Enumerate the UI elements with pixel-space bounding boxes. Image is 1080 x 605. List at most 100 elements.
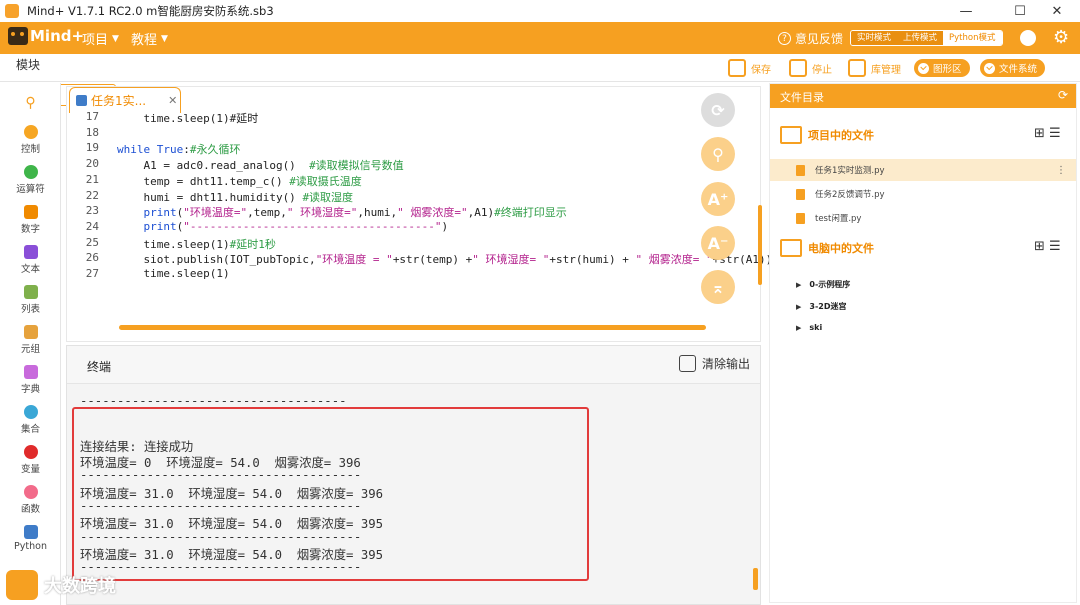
zoom-out-icon[interactable]: A⁻ (701, 226, 735, 260)
computer-files-actions[interactable]: ⊞ ☰ (1034, 239, 1061, 254)
function-icon (23, 485, 38, 499)
zoom-in-icon[interactable]: A⁺ (701, 182, 735, 216)
project-files-label: 项目中的文件 (808, 129, 874, 142)
code-editor[interactable]: 任务1实... ✕ 17 time.sleep(1)#延时 18 19 while T… (66, 86, 801, 342)
more-options-icon[interactable]: ⋮ (1056, 165, 1066, 176)
file-panel: 文件目录 ⟳ 项目中的文件 ⊞ ☰ 任务1实时监测.py ⋮ 任务2反馈调节.py t… (769, 83, 1077, 603)
category-label: 运算符 (16, 184, 45, 195)
category-label: 集合 (20, 424, 40, 435)
control-icon (23, 125, 38, 139)
number-icon (23, 205, 38, 219)
category-label: Python (14, 541, 47, 552)
category-label: 控制 (20, 144, 40, 155)
computer-folder-item[interactable]: ▶ 3-2D迷宫 (796, 301, 846, 312)
line-number: 21 (85, 172, 99, 186)
gear-icon[interactable]: ⚙ (1053, 28, 1069, 48)
filesystem-toggle[interactable]: 文件系统 (980, 59, 1046, 77)
check-icon (918, 62, 929, 74)
search-icon[interactable]: ⚲ (0, 95, 61, 111)
library-button[interactable]: 库管理 (848, 57, 901, 79)
mode-realtime[interactable]: 实时模式 (851, 31, 898, 45)
category-label: 文本 (20, 264, 40, 275)
feedback-button[interactable]: ? 意见反馈 (778, 30, 843, 47)
code-line[interactable]: print("环境温度=",temp," 环境湿度=",humi," 烟雾浓度=… (117, 204, 567, 220)
clear-output-label: 清除输出 (702, 357, 751, 371)
file-name: 任务2反馈调节.py (815, 190, 885, 200)
category-10[interactable]: Python (0, 525, 61, 552)
code-line[interactable]: time.sleep(1)#延时1秒 (117, 236, 275, 252)
category-0[interactable]: 控制 (0, 125, 61, 155)
code-line[interactable]: print("---------------------------------… (117, 220, 449, 233)
category-8[interactable]: 变量 (0, 445, 61, 475)
scroll-top-icon[interactable]: ⌅ (701, 270, 735, 304)
code-line[interactable]: A1 = adc0.read_analog() #读取模拟信号数值 (117, 157, 403, 173)
category-6[interactable]: 字典 (0, 365, 61, 395)
user-avatar[interactable] (1020, 30, 1036, 46)
mode-switch: 实时模式 上传模式 Python模式 (850, 30, 1003, 46)
tab-blocks[interactable]: 模块 (0, 55, 56, 77)
category-7[interactable]: 集合 (0, 405, 61, 435)
category-label: 字典 (20, 384, 40, 395)
close-tab-icon[interactable]: ✕ (168, 94, 177, 107)
terminal-scrollbar[interactable] (753, 568, 758, 590)
line-number: 19 (85, 141, 99, 155)
horizontal-scrollbar[interactable] (119, 325, 706, 330)
refresh-icon[interactable]: ⟳ (701, 93, 735, 127)
search-code-icon[interactable]: ⚲ (701, 137, 735, 171)
clear-output-button[interactable]: 清除输出 (679, 355, 750, 372)
category-3[interactable]: 文本 (0, 245, 61, 275)
category-label: 列表 (20, 304, 40, 315)
brand-logo: Mind+ (8, 27, 84, 45)
category-9[interactable]: 函数 (0, 485, 61, 515)
category-label: 函数 (20, 504, 40, 515)
operator-icon (23, 165, 38, 179)
line-number: 18 (85, 125, 99, 139)
code-line[interactable]: temp = dht11.temp_c() #读取摄氏温度 (117, 173, 361, 189)
file-name: test闲置.py (815, 214, 862, 224)
mode-python[interactable]: Python模式 (943, 31, 1002, 45)
watermark: 大数跨境 (6, 570, 116, 600)
project-file-item[interactable]: 任务2反馈调节.py (770, 183, 1076, 205)
refresh-files-icon[interactable]: ⟳ (1058, 88, 1068, 102)
menu-project-label: 项目 (82, 33, 109, 48)
project-file-item[interactable]: 任务1实时监测.py ⋮ (770, 159, 1076, 181)
stop-icon (789, 59, 807, 77)
minimize-button[interactable]: — (943, 0, 989, 22)
computer-folder-item[interactable]: ▶ ski (796, 323, 822, 332)
code-line[interactable]: humi = dht11.humidity() #读取湿度 (117, 189, 353, 205)
project-file-item[interactable]: test闲置.py (770, 207, 1076, 229)
file-name: 任务1实时监测.py (815, 166, 885, 176)
block-category-sidebar: ⚲ 控制运算符数字文本列表元组字典集合变量函数 Python (0, 83, 61, 605)
dict-icon (23, 365, 38, 379)
mode-upload[interactable]: 上传模式 (897, 31, 944, 45)
project-files-actions[interactable]: ⊞ ☰ (1034, 126, 1061, 141)
graphic-toggle[interactable]: 图形区 (914, 59, 970, 77)
code-line[interactable]: while True:#永久循环 (117, 141, 241, 157)
file-panel-title: 文件目录 (780, 91, 824, 104)
library-icon (848, 59, 866, 77)
terminal-header: 终端 清除输出 (67, 346, 760, 384)
computer-folder-item[interactable]: ▶ 0-示例程序 (796, 279, 850, 290)
line-number: 25 (85, 235, 99, 249)
code-line[interactable]: time.sleep(1)#延时 (117, 110, 258, 126)
category-1[interactable]: 运算符 (0, 165, 61, 195)
code-line[interactable]: time.sleep(1) (117, 267, 229, 280)
menu-tutorial[interactable]: 教程 ▼ (131, 29, 168, 48)
caret-right-icon[interactable]: ▶ (796, 324, 801, 332)
menu-project[interactable]: 项目 ▼ (82, 29, 119, 48)
category-2[interactable]: 数字 (0, 205, 61, 235)
window-titlebar: Mind+ V1.7.1 RC2.0 m智能厨房安防系统.sb3 — ☐ ✕ (0, 0, 1080, 22)
caret-right-icon[interactable]: ▶ (796, 281, 801, 289)
category-4[interactable]: 列表 (0, 285, 61, 315)
caret-right-icon[interactable]: ▶ (796, 303, 801, 311)
code-line[interactable]: siot.publish(IOT_pubTopic,"环境温度 = "+str(… (117, 251, 800, 267)
close-button[interactable]: ✕ (1034, 0, 1080, 22)
stop-button[interactable]: 停止 (789, 57, 832, 79)
category-5[interactable]: 元组 (0, 325, 61, 355)
tuple-icon (23, 325, 38, 339)
vertical-scrollbar[interactable] (758, 205, 762, 285)
library-label: 库管理 (871, 64, 901, 76)
check-icon (984, 62, 995, 74)
window-title: Mind+ V1.7.1 RC2.0 m智能厨房安防系统.sb3 (27, 4, 274, 18)
save-button[interactable]: 保存 (728, 57, 771, 79)
